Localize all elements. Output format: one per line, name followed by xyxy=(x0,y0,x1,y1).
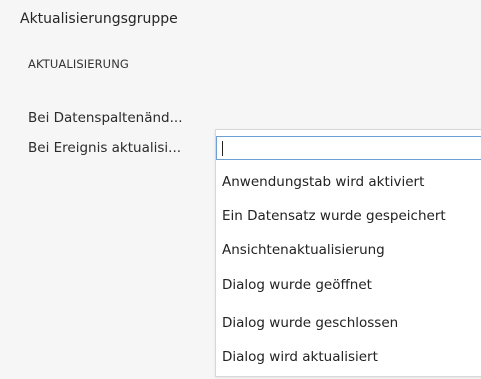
field-label-event-refresh[interactable]: Bei Ereignis aktualisi... xyxy=(28,140,181,156)
group-title: Aktualisierungsgruppe xyxy=(20,11,178,27)
text-caret xyxy=(222,141,223,156)
dropdown-option[interactable]: Ansichtenaktualisierung xyxy=(222,238,385,262)
refresh-settings-panel: Aktualisierungsgruppe AKTUALISIERUNG Bei… xyxy=(0,0,481,379)
dropdown-option[interactable]: Dialog wurde geöffnet xyxy=(222,273,372,297)
dropdown-option[interactable]: Anwendungstab wird aktiviert xyxy=(222,170,424,194)
section-title: AKTUALISIERUNG xyxy=(28,57,129,71)
event-dropdown-menu: Anwendungstab wird aktiviert Ein Datensa… xyxy=(215,129,481,377)
dropdown-option[interactable]: Dialog wurde geschlossen xyxy=(222,311,398,335)
field-label-data-column-change[interactable]: Bei Datenspaltenänd... xyxy=(28,110,183,126)
event-dropdown-input[interactable] xyxy=(216,136,481,160)
dropdown-option[interactable]: Ein Datensatz wurde gespeichert xyxy=(222,204,446,228)
dropdown-option[interactable]: Dialog wird aktualisiert xyxy=(222,345,378,369)
